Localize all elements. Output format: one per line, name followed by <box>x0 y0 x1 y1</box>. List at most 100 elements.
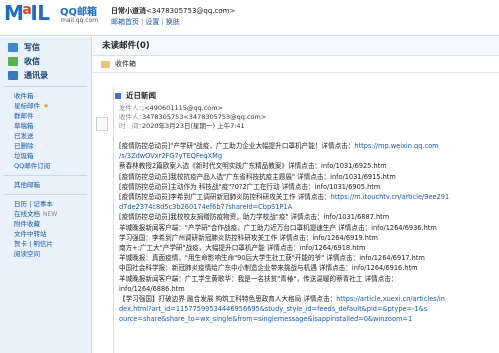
folder-sent[interactable]: 已发送 <box>0 131 91 141</box>
tool-cards[interactable]: 贺卡 | 明信片 <box>0 239 91 249</box>
body-text: [疫情防控总动员]李希到广工调研新冠肺炎防控科研攻关工作 详情点击： <box>119 193 331 202</box>
page-title: 未读邮件(0) <box>93 37 499 56</box>
top-links: 邮箱首页 | 设置 | 换肤 <box>111 17 180 27</box>
tool-calendar[interactable]: 日历 | 记事本 <box>0 199 91 209</box>
body-line: 【学习强国】打破边界 融合发展 构筑工科特色思政育人大格局 详情点击：https… <box>119 294 495 304</box>
body-line: dex.html?art_id=11577599534446956695&stu… <box>119 304 495 314</box>
tool-docs[interactable]: 在线文档 NEW <box>0 209 91 219</box>
folder-icon <box>101 60 110 68</box>
contacts-icon <box>8 70 18 80</box>
body-line: [疫情防控总动员]"产学研"战疫，广工助力企业大幅提升口罩机产能！详情点击：ht… <box>119 141 495 151</box>
attachment-icon <box>96 117 108 131</box>
tool-attachments[interactable]: 附件收藏 <box>0 219 91 229</box>
logo-domain: mail.qq.com <box>61 17 99 24</box>
pencil-icon <box>8 42 18 52</box>
folder-subscriptions[interactable]: QQ邮件订阅 <box>0 161 91 171</box>
body-line: 中国社会科学报：新冠肺炎疫情给广东中小制造企业带来挑战与机遇 详情点击：info… <box>119 263 495 273</box>
qq-mail-logo[interactable]: MaIL <box>4 1 50 26</box>
body-text: [疫情防控总动员]我校抗疫产品入选"广东省科技抗疫主题展" 详情点击：info/… <box>119 172 396 181</box>
mail-area: 近日新闻 发件人：;<490601115@qq.com> 收件人：3478305… <box>93 81 499 353</box>
body-link[interactable]: dex.html?art_id=11577599534446956695&stu… <box>119 305 427 313</box>
link-home[interactable]: 邮箱首页 <box>111 18 139 26</box>
sidebar: 写信 收信 通讯录 收件箱 星标邮件 ★ 群邮件 草稿箱 已发送 已删除 垃圾箱 … <box>0 37 92 353</box>
meta-from-key: 发件人： <box>119 104 145 112</box>
body-link[interactable]: https://m.itouchtv.cn/article/9ee291 <box>331 193 449 201</box>
folder-inbox[interactable]: 收件箱 <box>0 91 91 101</box>
folder-header-inbox[interactable]: 收件箱 <box>93 56 499 73</box>
receive-label: 收信 <box>24 56 40 66</box>
new-badge-icon: NEW <box>43 211 58 218</box>
body-text: 羊城晚报新闻客户端：广工学生黄歌华：我是一名扶贫"青椿"，传送温暖的蔡青社工 详… <box>119 274 398 283</box>
divider <box>4 194 87 195</box>
mail-meta: 发件人：;<490601115@qq.com> 收件人：3478305753<3… <box>119 104 266 131</box>
body-text: 蔡春林教授2篇欧案入选《新时代文明实践广东精品教案》详情点击：info/1031… <box>119 162 387 171</box>
folder-starred[interactable]: 星标邮件 ★ <box>0 101 91 111</box>
folder-drafts[interactable]: 草稿箱 <box>0 121 91 131</box>
body-line: 羊城晚报新闻客户端：广工学生黄歌华：我是一名扶贫"青椿"，传送温暖的蔡青社工 详… <box>119 274 495 284</box>
star-icon: ★ <box>43 102 50 110</box>
link-settings[interactable]: 设置 <box>145 18 159 26</box>
receive-button[interactable]: 收信 <box>0 54 91 68</box>
account-label: 日常小道消 <box>111 7 146 15</box>
meta-time-key: 时 间： <box>119 122 145 130</box>
write-button[interactable]: 写信 <box>0 40 91 54</box>
separator: | <box>161 18 164 26</box>
folder-group[interactable]: 群邮件 <box>0 111 91 121</box>
body-line: 南方+:广工大"产学研"战疫，大幅提升口罩机产能 详情点击：info/1264/… <box>119 243 495 253</box>
meta-to-key: 收件人： <box>119 113 145 121</box>
body-line: 羊城晚报新闻客户端："产学研"合作战疫，广工助力近万台口罩机提速生产 详情点击：… <box>119 223 495 233</box>
body-line: 羊城晚报：真面疫情，"用生命影响生命"90后大学生社工获"开能的爷" 详情点击：… <box>119 253 495 263</box>
mail-subject-text: 近日新闻 <box>126 91 156 100</box>
body-text: [疫情防控总动员]我校校友捐赠防疫物资，助力学校战"疫" 详情点击：info/1… <box>119 213 390 222</box>
body-text: 羊城晚报新闻客户端："产学研"合作战疫，广工助力近万台口罩机提速生产 详情点击：… <box>119 223 437 232</box>
body-line: d7de2374c8d5c3b260174ef6b7?shareId=CbpS1… <box>119 202 495 212</box>
body-line: 学习强国：李希到广州调研新冠肺炎防控科研攻关工作 详情点击：info/1264/… <box>119 233 495 243</box>
body-link[interactable]: https://article.xuexi.cn/articles/in <box>336 295 445 303</box>
meta-time-value: 2020年3月23日(星期一) 上午7:41 <box>142 122 245 130</box>
unread-icon <box>115 93 121 99</box>
tool-reading[interactable]: 阅读空间 <box>0 249 91 259</box>
logo-title: QQ邮箱 <box>60 7 98 18</box>
divider <box>4 86 87 87</box>
body-line: /s/3ZdwOVxr2FG7yTEQFeqXMg <box>119 151 495 161</box>
body-link[interactable]: ource=share&share_to=wx_single&from=sing… <box>119 315 412 323</box>
meta-from-value[interactable]: ;<490601115@qq.com> <box>142 104 223 112</box>
body-line: ource=share&share_to=wx_single&from=sing… <box>119 314 495 324</box>
divider <box>4 175 87 176</box>
inbox-icon <box>8 56 18 66</box>
body-line: info/1264/6886.htm <box>119 284 495 294</box>
folder-deleted[interactable]: 已删除 <box>0 141 91 151</box>
body-text: 羊城晚报：真面疫情，"用生命影响生命"90后大学生社工获"开能的爷" 详情点击：… <box>119 254 425 263</box>
body-text: [疫情防控总动员]主动作为 科技战"疫"?0?2广工在行动 详情点击：info/… <box>119 182 381 191</box>
body-text: 学习强国：李希到广州调研新冠肺炎防控科研攻关工作 详情点击：info/1264/… <box>119 233 378 242</box>
separator: | <box>141 18 144 26</box>
body-text: [疫情防控总动员]"产学研"战疫，广工助力企业大幅提升口罩机产能！详情点击： <box>119 142 355 150</box>
account-info: 日常小道消<3478305753@qq.com> <box>111 6 235 16</box>
main-panel: 未读邮件(0) 收件箱 近日新闻 发件人：;<490601115@qq.com>… <box>93 37 499 353</box>
folder-starred-label: 星标邮件 <box>14 102 40 110</box>
body-text: info/1264/6886.htm <box>119 284 185 293</box>
body-link[interactable]: https://mp.weixin.qq.com <box>354 142 438 150</box>
body-line: [疫情防控总动员]主动作为 科技战"疫"?0?2广工在行动 详情点击：info/… <box>119 182 495 192</box>
tool-file-transfer[interactable]: 文件中转站 <box>0 229 91 239</box>
contacts-label: 通讯录 <box>24 70 48 80</box>
mail-item: 近日新闻 发件人：;<490601115@qq.com> 收件人：3478305… <box>96 87 497 353</box>
folder-other-mailboxes[interactable]: 其他邮箱 <box>0 180 91 190</box>
folder-spam[interactable]: 垃圾箱 <box>0 151 91 161</box>
logo-mark: MaIL <box>4 1 50 25</box>
contacts-button[interactable]: 通讯录 <box>0 68 91 82</box>
body-link[interactable]: d7de2374c8d5c3b260174ef6b7?shareId=CbpS1… <box>119 203 292 211</box>
mail-subject[interactable]: 近日新闻 <box>115 90 156 101</box>
mail-body: [疫情防控总动员]"产学研"战疫，广工助力企业大幅提升口罩机产能！详情点击：ht… <box>119 141 495 325</box>
body-link[interactable]: /s/3ZdwOVxr2FG7yTEQFeqXMg <box>119 152 222 160</box>
meta-to-value[interactable]: 3478305753<3478305753@qq.com> <box>142 113 266 121</box>
body-line: [疫情防控总动员]李希到广工调研新冠肺炎防控科研攻关工作 详情点击：https:… <box>119 192 495 202</box>
body-line: [疫情防控总动员]我校校友捐赠防疫物资，助力学校战"疫" 详情点击：info/1… <box>119 212 495 222</box>
account-address: <3478305753@qq.com> <box>146 7 236 15</box>
tool-docs-label: 在线文档 <box>14 210 40 218</box>
body-line: 蔡春林教授2篇欧案入选《新时代文明实践广东精品教案》详情点击：info/1031… <box>119 161 495 171</box>
link-skin[interactable]: 换肤 <box>166 18 180 26</box>
body-text: 【学习强国】打破边界 融合发展 构筑工科特色思政育人大格局 详情点击： <box>119 295 337 304</box>
body-line: [疫情防控总动员]我校抗疫产品入选"广东省科技抗疫主题展" 详情点击：info/… <box>119 172 495 182</box>
body-text: 中国社会科学报：新冠肺炎疫情给广东中小制造企业带来挑战与机遇 详情点击：info… <box>119 264 418 273</box>
